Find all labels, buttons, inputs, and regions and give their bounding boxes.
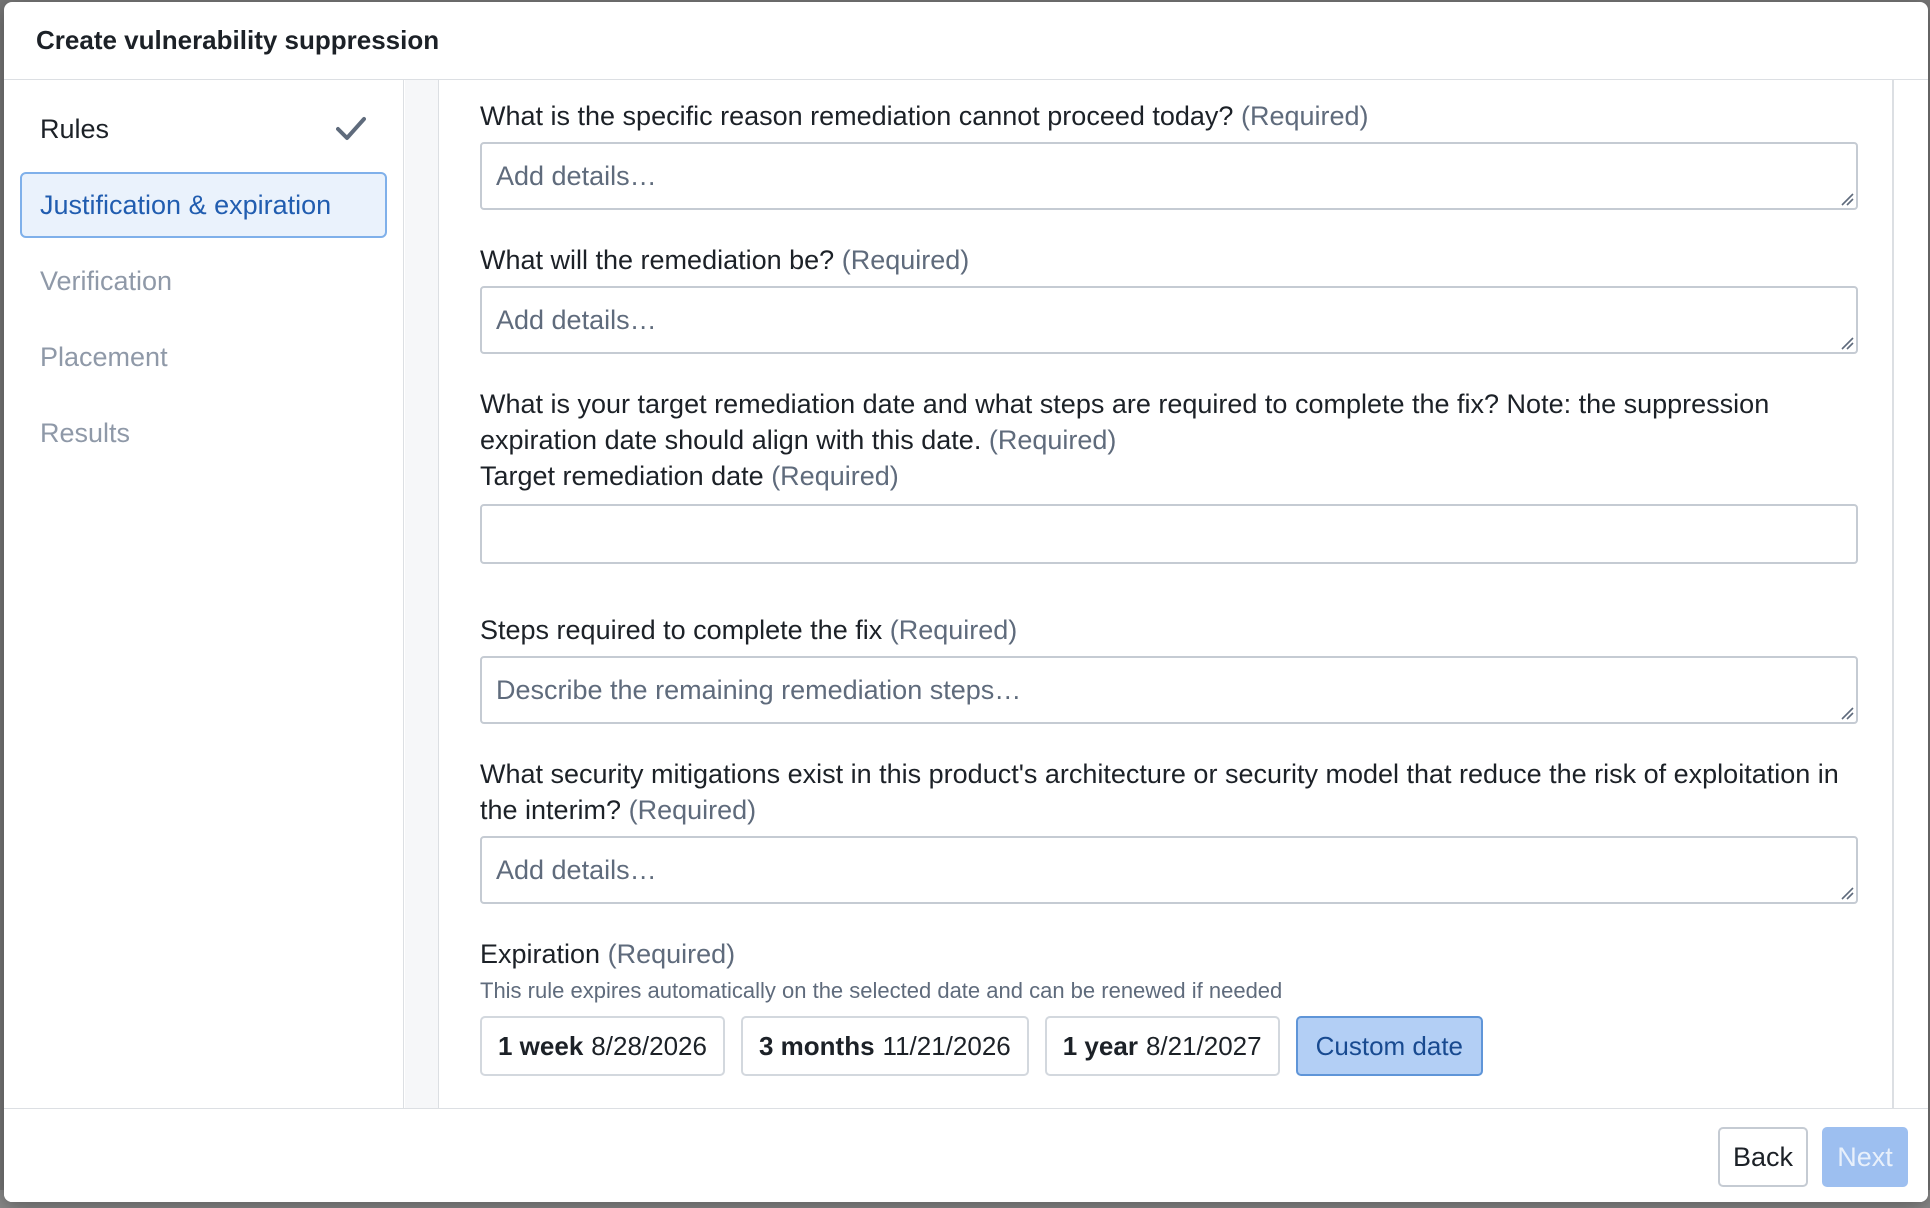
reason-textarea[interactable]: Add details… — [480, 142, 1858, 210]
target-date-input[interactable] — [480, 504, 1858, 564]
step-label: Placement — [40, 341, 168, 372]
custom-date-label: Custom date — [1315, 1030, 1464, 1061]
expiration-1-year-button[interactable]: 1 year 8/21/2027 — [1044, 1016, 1280, 1076]
dialog-header: Create vulnerability suppression — [4, 2, 1928, 80]
step-rules[interactable]: Rules — [20, 96, 387, 162]
form-panel: What is the specific reason remediation … — [440, 80, 1896, 1108]
option-date: 11/21/2026 — [882, 1030, 1011, 1061]
remediation-question: What will the remediation be? — [480, 245, 835, 275]
mitigations-textarea[interactable]: Add details… — [480, 836, 1858, 904]
step-placement[interactable]: Placement — [20, 324, 387, 390]
step-results[interactable]: Results — [20, 400, 387, 466]
steps-sidebar: Rules Justification & expiration Verific… — [4, 80, 404, 1108]
remediation-textarea[interactable]: Add details… — [480, 286, 1858, 354]
expiration-3-months-button[interactable]: 3 months 11/21/2026 — [740, 1016, 1029, 1076]
steps-required-label: Steps required to complete the fix (Requ… — [480, 612, 1896, 648]
option-duration: 1 year — [1062, 1030, 1138, 1061]
target-question-label: What is your target remediation date and… — [480, 386, 1880, 458]
reason-question: What is the specific reason remediation … — [480, 101, 1234, 131]
step-justification-expiration[interactable]: Justification & expiration — [20, 172, 387, 238]
resize-grip-icon[interactable] — [1838, 334, 1854, 350]
step-label: Verification — [40, 265, 173, 296]
step-label: Results — [40, 417, 131, 448]
content-gutter — [405, 80, 439, 1108]
resize-grip-icon[interactable] — [1838, 884, 1854, 900]
back-button[interactable]: Back — [1718, 1127, 1808, 1187]
option-duration: 3 months — [758, 1030, 875, 1061]
next-button[interactable]: Next — [1822, 1127, 1908, 1187]
required-tag: (Required) — [1240, 101, 1369, 131]
placeholder-text: Add details… — [496, 161, 657, 191]
target-date-title: Target remediation date — [480, 461, 764, 491]
steps-required-title: Steps required to complete the fix — [480, 615, 883, 645]
resize-grip-icon[interactable] — [1838, 704, 1854, 720]
step-label: Rules — [40, 113, 110, 144]
option-date: 8/28/2026 — [591, 1030, 707, 1061]
option-date: 8/21/2027 — [1145, 1030, 1262, 1061]
required-tag: (Required) — [889, 615, 1018, 645]
suppression-dialog: Create vulnerability suppression Rules J… — [4, 2, 1928, 1202]
steps-required-textarea[interactable]: Describe the remaining remediation steps… — [480, 656, 1858, 724]
resize-grip-icon[interactable] — [1838, 190, 1854, 206]
expiration-helper: This rule expires automatically on the s… — [480, 978, 1283, 1003]
placeholder-text: Describe the remaining remediation steps… — [496, 675, 1022, 705]
remediation-label: What will the remediation be? (Required) — [480, 242, 1896, 278]
scrollbar-track[interactable] — [1892, 80, 1894, 1108]
expiration-label: Expiration (Required) — [480, 936, 1896, 972]
required-tag: (Required) — [841, 245, 970, 275]
check-icon — [335, 113, 367, 145]
custom-date-button[interactable]: Custom date — [1295, 1016, 1484, 1076]
step-label: Justification & expiration — [40, 189, 332, 220]
reason-label: What is the specific reason remediation … — [480, 98, 1896, 134]
required-tag: (Required) — [988, 425, 1117, 455]
step-verification[interactable]: Verification — [20, 248, 387, 314]
dialog-title: Create vulnerability suppression — [36, 25, 440, 55]
placeholder-text: Add details… — [496, 305, 657, 335]
dialog-footer: Back Next — [4, 1108, 1928, 1202]
expiration-1-week-button[interactable]: 1 week 8/28/2026 — [480, 1016, 725, 1076]
expiration-options: 1 week 8/28/2026 3 months 11/21/2026 1 y… — [480, 1016, 1896, 1076]
target-date-label: Target remediation date (Required) — [480, 458, 1896, 494]
required-tag: (Required) — [628, 795, 757, 825]
option-duration: 1 week — [498, 1030, 584, 1061]
expiration-title: Expiration — [480, 939, 601, 969]
required-tag: (Required) — [771, 461, 899, 491]
placeholder-text: Add details… — [496, 855, 657, 885]
target-question: What is your target remediation date and… — [480, 389, 1770, 455]
required-tag: (Required) — [607, 939, 736, 969]
mitigations-label: What security mitigations exist in this … — [480, 756, 1880, 828]
